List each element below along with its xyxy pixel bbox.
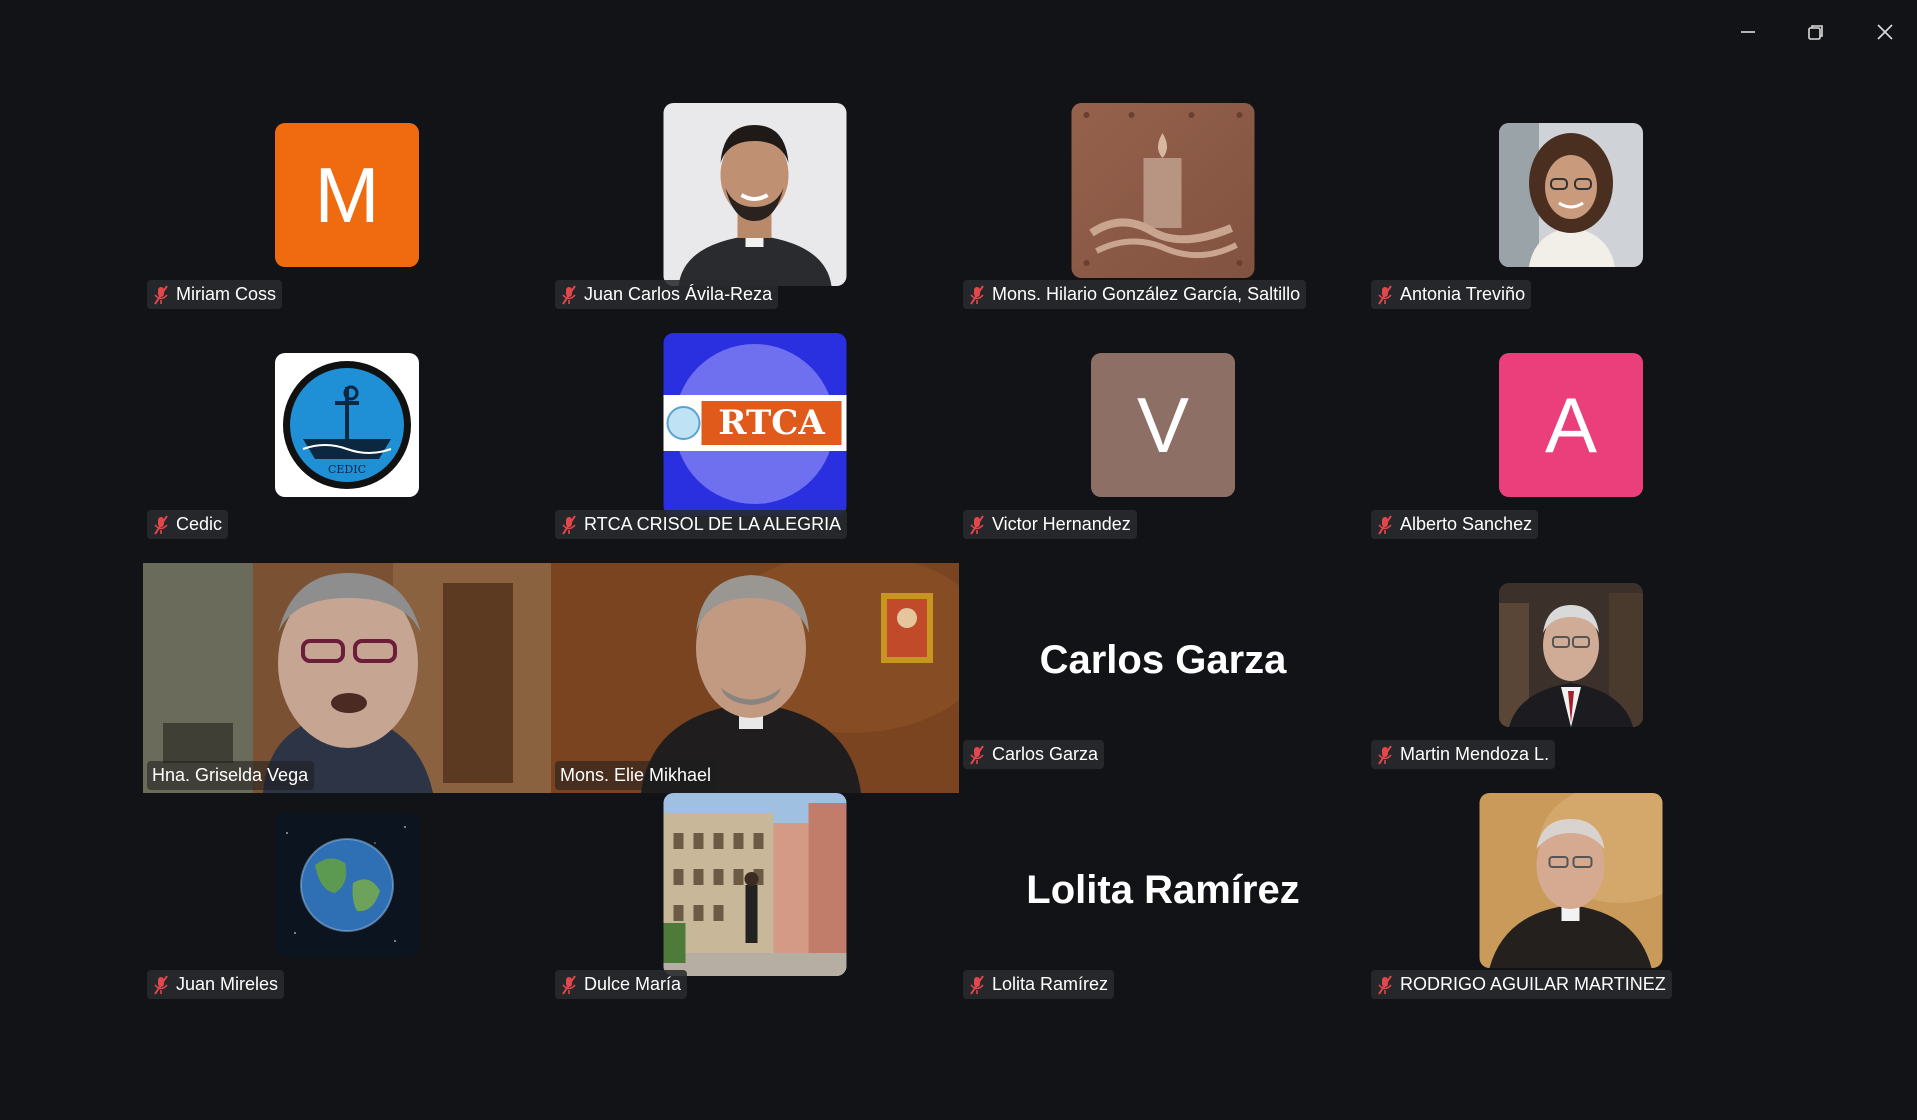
participant-name: Mons. Elie Mikhael	[560, 765, 712, 785]
participant-display-name: Lolita Ramírez	[1026, 868, 1300, 912]
participant-name: Cedic	[176, 514, 223, 534]
name-label: Juan Mireles	[147, 970, 285, 999]
mic-muted-icon	[152, 284, 170, 305]
mic-muted-icon	[1376, 284, 1394, 305]
name-label: Juan Carlos Ávila-Reza	[555, 280, 779, 309]
mic-muted-icon	[968, 744, 986, 765]
participant-name: RTCA CRISOL DE LA ALEGRIA	[584, 514, 842, 534]
participant-tile[interactable]: A Alberto Sanchez	[1367, 333, 1775, 563]
mic-muted-icon	[968, 284, 986, 305]
logo-text: CEDIC	[328, 463, 366, 476]
name-label: Antonia Treviño	[1371, 280, 1532, 309]
participant-tile[interactable]: Juan Mireles	[143, 793, 551, 1023]
name-label: RTCA CRISOL DE LA ALEGRIA	[555, 510, 848, 539]
participant-tile[interactable]: Carlos Garza Carlos Garza	[959, 563, 1367, 793]
name-label: Hna. Griselda Vega	[147, 761, 315, 790]
name-label: Mons. Hilario González García, Saltillo	[963, 280, 1307, 309]
close-button[interactable]	[1865, 14, 1905, 50]
participant-name: Mons. Hilario González García, Saltillo	[992, 284, 1301, 304]
participant-name: Hna. Griselda Vega	[152, 765, 309, 785]
close-icon	[1877, 24, 1893, 40]
name-label: Mons. Elie Mikhael	[555, 761, 718, 790]
name-label: Martin Mendoza L.	[1371, 740, 1556, 769]
avatar: A	[1499, 353, 1643, 497]
mic-muted-icon	[560, 974, 578, 995]
participant-name: Alberto Sanchez	[1400, 514, 1533, 534]
mic-muted-icon	[1376, 974, 1394, 995]
participant-name: Carlos Garza	[992, 744, 1099, 764]
mic-muted-icon	[560, 284, 578, 305]
avatar	[1071, 103, 1255, 278]
avatar: M	[275, 123, 419, 267]
participant-tile[interactable]: Lolita Ramírez Lolita Ramírez	[959, 793, 1367, 1023]
video-feed	[551, 563, 959, 793]
participant-display-name: Carlos Garza	[1039, 638, 1287, 682]
participant-gallery: M Miriam Coss Juan Carlos Ávila-Reza Mon…	[143, 103, 1775, 1023]
name-label: RODRIGO AGUILAR MARTINEZ	[1371, 970, 1672, 999]
name-label: Miriam Coss	[147, 280, 283, 309]
avatar	[663, 793, 847, 976]
mic-muted-icon	[968, 514, 986, 535]
logo-text: RTCA	[718, 403, 825, 443]
restore-icon	[1808, 25, 1823, 40]
avatar	[275, 813, 419, 957]
restore-button[interactable]	[1796, 14, 1836, 50]
name-label: Dulce María	[555, 970, 688, 999]
minimize-button[interactable]	[1728, 14, 1768, 50]
minimize-icon	[1741, 31, 1755, 33]
participant-tile[interactable]: Martin Mendoza L.	[1367, 563, 1775, 793]
participant-tile[interactable]: Dulce María	[551, 793, 959, 1023]
participant-name: Lolita Ramírez	[992, 974, 1109, 994]
mic-muted-icon	[152, 514, 170, 535]
avatar	[663, 103, 847, 286]
participant-name: Juan Carlos Ávila-Reza	[584, 284, 773, 304]
mic-muted-icon	[968, 974, 986, 995]
name-label: Cedic	[147, 510, 229, 539]
avatar-initial: V	[1136, 380, 1190, 469]
mic-muted-icon	[560, 514, 578, 535]
participant-tile[interactable]: Antonia Treviño	[1367, 103, 1775, 333]
participant-video-tile[interactable]: Mons. Elie Mikhael	[551, 563, 959, 793]
avatar	[1499, 123, 1643, 267]
participant-tile[interactable]: RODRIGO AGUILAR MARTINEZ	[1367, 793, 1775, 1023]
mic-muted-icon	[1376, 514, 1394, 535]
name-label: Victor Hernandez	[963, 510, 1137, 539]
participant-name: RODRIGO AGUILAR MARTINEZ	[1400, 974, 1666, 994]
participant-tile[interactable]: CEDIC Cedic	[143, 333, 551, 563]
participant-video-tile[interactable]: Hna. Griselda Vega	[143, 563, 551, 793]
avatar-initial: M	[314, 150, 380, 239]
avatar: CEDIC	[275, 353, 419, 497]
name-label: Carlos Garza	[963, 740, 1105, 769]
participant-name: Antonia Treviño	[1400, 284, 1526, 304]
avatar: V	[1091, 353, 1235, 497]
video-feed	[143, 563, 551, 793]
participant-tile[interactable]: Juan Carlos Ávila-Reza	[551, 103, 959, 333]
avatar-initial: A	[1544, 380, 1598, 469]
participant-tile[interactable]: RTCA RTCA CRISOL DE LA ALEGRIA	[551, 333, 959, 563]
participant-name: Miriam Coss	[176, 284, 277, 304]
mic-muted-icon	[152, 974, 170, 995]
name-label: Lolita Ramírez	[963, 970, 1115, 999]
avatar: RTCA	[663, 333, 847, 516]
participant-name: Juan Mireles	[176, 974, 279, 994]
name-label: Alberto Sanchez	[1371, 510, 1539, 539]
participant-name: Martin Mendoza L.	[1400, 744, 1550, 764]
avatar	[1499, 583, 1643, 727]
participant-tile[interactable]: V Victor Hernandez	[959, 333, 1367, 563]
participant-tile[interactable]: Mons. Hilario González García, Saltillo	[959, 103, 1367, 333]
mic-muted-icon	[1376, 744, 1394, 765]
participant-name: Dulce María	[584, 974, 682, 994]
participant-name: Victor Hernandez	[992, 514, 1131, 534]
avatar	[1479, 793, 1663, 968]
participant-tile[interactable]: M Miriam Coss	[143, 103, 551, 333]
